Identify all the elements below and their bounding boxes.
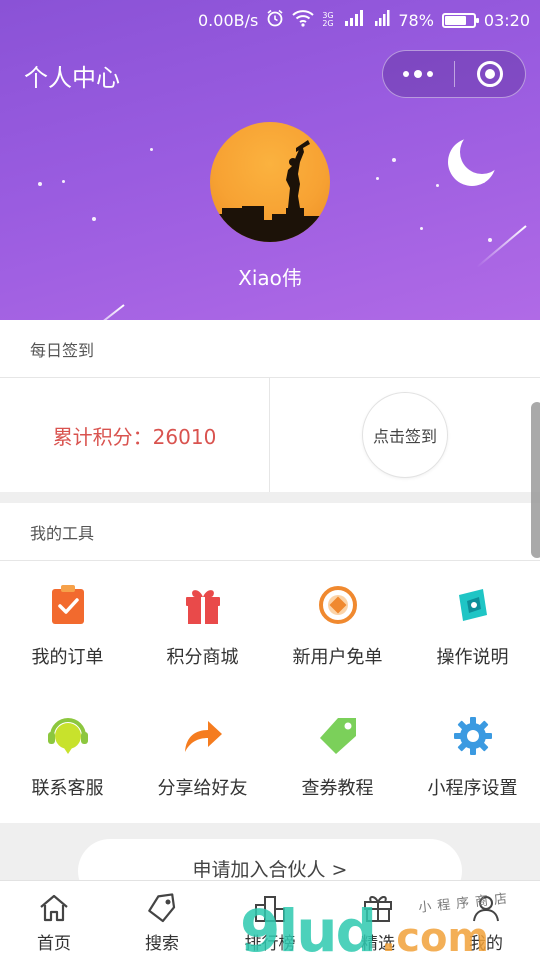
star-decoration — [488, 238, 492, 242]
scrollbar[interactable] — [531, 402, 540, 558]
clock: 03:20 — [483, 10, 530, 30]
tool-label: 积分商城 — [166, 647, 239, 668]
podium-icon — [253, 891, 287, 925]
tool-label: 新用户免单 — [292, 647, 383, 668]
tools-grid: 我的订单 积分商城 新用户免单 操作说明 联系客服 分享给好友 查券教程 小程序… — [0, 561, 540, 823]
section-title: 我的工具 — [30, 523, 95, 543]
sign-in-button[interactable]: 点击签到 — [362, 392, 448, 478]
more-menu-button[interactable] — [383, 51, 454, 97]
tab-label: 搜索 — [145, 934, 179, 954]
shooting-star — [72, 304, 125, 320]
tool-my-orders[interactable]: 我的订单 — [0, 561, 135, 692]
wifi-icon — [292, 9, 314, 31]
tool-share-friends[interactable]: 分享给好友 — [135, 692, 270, 823]
gift-icon — [181, 583, 225, 627]
tool-customer-service[interactable]: 联系客服 — [0, 692, 135, 823]
tag-icon — [316, 714, 360, 758]
tab-bar: 首页 搜索 排行榜 精选 我的 — [0, 880, 540, 960]
star-decoration — [420, 227, 423, 230]
tab-mine[interactable]: 我的 — [432, 881, 540, 960]
tab-home[interactable]: 首页 — [0, 881, 108, 960]
tool-label: 小程序设置 — [427, 778, 518, 799]
signal-icon-2 — [374, 10, 390, 30]
tab-label: 精选 — [361, 934, 395, 954]
network-speed: 0.00B/s — [198, 10, 259, 30]
tab-label: 排行榜 — [244, 934, 296, 954]
battery-percent: 78% — [398, 10, 434, 30]
signal-icon — [344, 10, 366, 30]
tab-label: 首页 — [37, 934, 71, 954]
tool-instructions[interactable]: 操作说明 — [405, 561, 540, 692]
share-arrow-icon — [181, 714, 225, 758]
battery-icon — [441, 12, 479, 28]
compass-icon — [451, 583, 495, 627]
star-decoration — [376, 177, 379, 180]
tool-miniprogram-settings[interactable]: 小程序设置 — [405, 692, 540, 823]
battery-fill — [444, 15, 467, 25]
tools-header: 我的工具 — [0, 503, 540, 561]
tool-points-mall[interactable]: 积分商城 — [135, 561, 270, 692]
gear-icon — [451, 714, 495, 758]
star-decoration — [392, 158, 396, 162]
dot-icon — [403, 71, 410, 77]
partner-section: 申请加入合伙人 > — [0, 823, 540, 903]
alarm-icon — [266, 9, 284, 31]
clipboard-check-icon — [46, 583, 90, 627]
tool-new-user-free[interactable]: 新用户免单 — [270, 561, 405, 692]
star-decoration — [38, 182, 42, 186]
avatar-silhouette — [210, 140, 330, 242]
dot-icon — [427, 71, 434, 77]
coin-icon — [316, 583, 360, 627]
network-type: 3G 2G — [322, 11, 334, 28]
moon-icon — [448, 138, 496, 186]
tab-label: 我的 — [469, 934, 503, 954]
username: Xiao伟 — [238, 266, 302, 290]
tab-search[interactable]: 搜索 — [108, 881, 216, 960]
tool-label: 操作说明 — [436, 647, 509, 668]
signin-area: 点击签到 — [270, 378, 540, 492]
target-circle-icon — [476, 61, 503, 87]
star-decoration — [62, 180, 65, 183]
star-decoration — [150, 148, 153, 151]
tool-label: 联系客服 — [31, 778, 104, 799]
tab-ranking[interactable]: 排行榜 — [216, 881, 324, 960]
star-decoration — [436, 184, 439, 187]
user-icon — [469, 891, 503, 925]
home-icon — [37, 891, 71, 925]
tag-search-icon — [145, 891, 179, 925]
tool-label: 查券教程 — [301, 778, 374, 799]
tab-featured[interactable]: 精选 — [324, 881, 432, 960]
close-miniprogram-button[interactable] — [455, 51, 526, 97]
status-bar: 0.00B/s 3G 2G 78% 03:20 — [198, 6, 530, 34]
tool-label: 分享给好友 — [157, 778, 248, 799]
miniprogram-capsule — [382, 50, 526, 98]
gift-box-icon — [361, 891, 395, 925]
tool-coupon-tutorial[interactable]: 查券教程 — [270, 692, 405, 823]
star-decoration — [92, 217, 96, 221]
dot-icon — [414, 70, 423, 78]
daily-signin-card: 累计积分：26010 点击签到 — [0, 378, 540, 492]
profile-header: 0.00B/s 3G 2G 78% 03:20 个人中心 Xiao伟 — [0, 0, 540, 320]
avatar[interactable] — [210, 122, 330, 242]
headset-icon — [46, 714, 90, 758]
section-title: 每日签到 — [30, 340, 95, 360]
page-title: 个人中心 — [24, 64, 120, 92]
total-points: 累计积分：26010 — [0, 378, 270, 492]
tool-label: 我的订单 — [31, 647, 104, 668]
daily-signin-header: 每日签到 — [0, 320, 540, 378]
